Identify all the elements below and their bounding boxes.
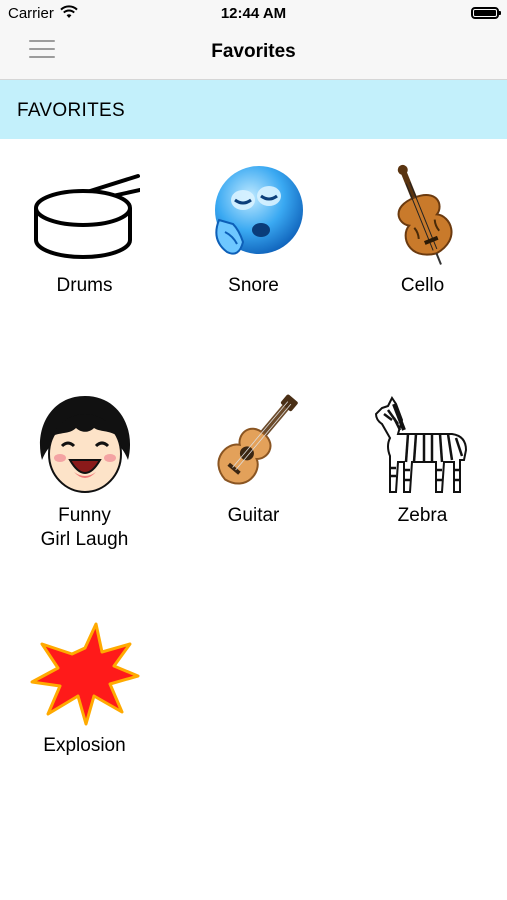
favorite-item-zebra[interactable]: Zebra: [338, 390, 507, 528]
cello-icon: [368, 160, 478, 270]
explosion-icon: [30, 620, 140, 730]
favorite-item-cello[interactable]: Cello: [338, 160, 507, 298]
section-title: FAVORITES: [17, 100, 125, 121]
laughing-girl-icon: [30, 390, 140, 500]
page-title: Favorites: [211, 41, 296, 62]
favorite-label: Drums: [56, 275, 113, 296]
favorite-label: Guitar: [227, 505, 280, 526]
favorite-item-explosion[interactable]: Explosion: [0, 620, 169, 758]
status-bar: Carrier 12:44 AM: [0, 0, 507, 28]
favorite-item-drums[interactable]: Drums: [0, 160, 169, 298]
snore-emoji-icon: [199, 160, 309, 270]
navigation-bar: Favorites: [0, 28, 507, 80]
favorite-item-snore[interactable]: Snore: [169, 160, 338, 298]
favorite-item-funny-girl-laugh[interactable]: Funny Girl Laugh: [0, 390, 169, 552]
section-header: FAVORITES: [0, 80, 507, 139]
clock: 12:44 AM: [220, 5, 287, 22]
favorite-label: Zebra: [397, 505, 448, 526]
favorite-label: Explosion: [43, 735, 126, 756]
guitar-icon: [199, 390, 309, 500]
favorite-item-guitar[interactable]: Guitar: [169, 390, 338, 528]
battery-icon: [471, 7, 501, 19]
favorite-label: Snore: [228, 275, 279, 296]
favorite-label: Cello: [400, 275, 445, 296]
favorite-label: Funny Girl Laugh: [40, 505, 129, 550]
drum-icon: [30, 160, 142, 270]
zebra-icon: [368, 390, 478, 500]
